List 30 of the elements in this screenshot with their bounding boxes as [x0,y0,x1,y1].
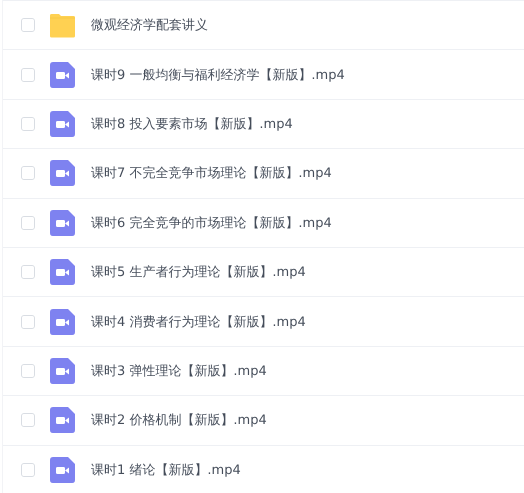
video-file-icon [50,110,75,137]
checkbox[interactable] [21,265,35,280]
checkbox[interactable] [21,68,35,82]
checkbox[interactable] [21,314,35,329]
video-file-icon [50,358,75,384]
video-file-icon [50,308,75,335]
file-name[interactable]: 课时4 消费者行为理论【新版】.mp4 [91,312,306,331]
file-name[interactable]: 课时6 完全竞争的市场理论【新版】.mp4 [91,214,332,232]
file-name[interactable]: 课时7 不完全竞争市场理论【新版】.mp4 [91,164,332,182]
checkbox[interactable] [21,116,35,131]
file-name[interactable]: 课时2 价格机制【新版】.mp4 [91,411,267,430]
file-name[interactable]: 微观经济学配套讲义 [91,16,208,34]
checkbox[interactable] [21,166,35,180]
file-name[interactable]: 课时3 弹性理论【新版】.mp4 [91,362,267,380]
file-name[interactable]: 课时8 投入要素市场【新版】.mp4 [91,114,293,133]
video-file-icon [50,62,75,88]
file-name[interactable]: 课时9 一般均衡与福利经济学【新版】.mp4 [91,66,345,84]
file-name[interactable]: 课时5 生产者行为理论【新版】.mp4 [91,263,306,282]
checkbox[interactable] [21,216,35,230]
checkbox[interactable] [21,462,35,477]
folder-icon [50,12,75,38]
video-file-icon [50,160,75,186]
video-file-icon [50,407,75,434]
file-name[interactable]: 课时1 绪论【新版】.mp4 [91,460,241,479]
video-file-icon [50,259,75,286]
video-file-icon [50,210,75,236]
checkbox[interactable] [21,18,35,32]
checkbox[interactable] [21,413,35,428]
checkbox[interactable] [21,364,35,378]
video-file-icon [50,456,75,483]
